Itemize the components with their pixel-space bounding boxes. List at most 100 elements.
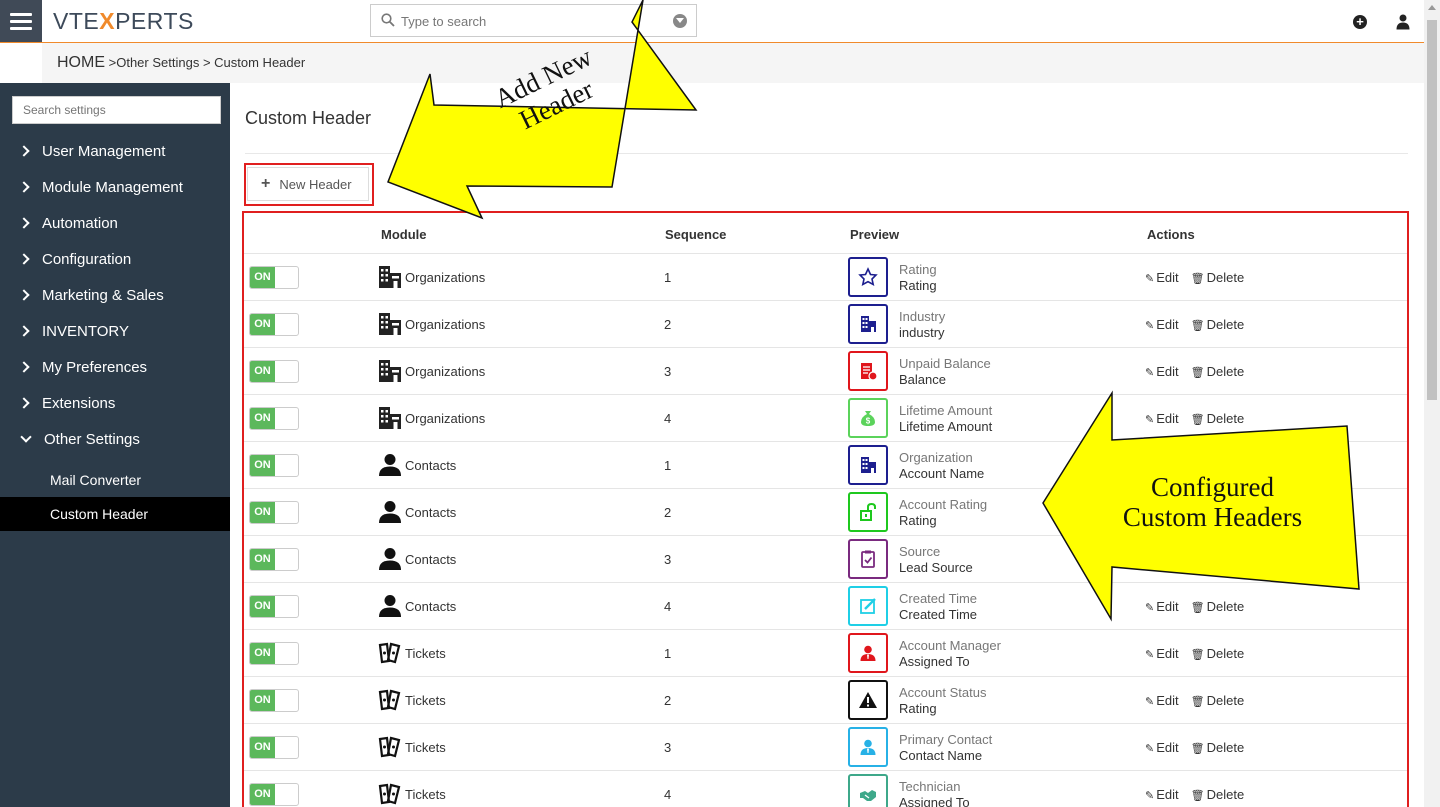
quick-create-plus-icon[interactable]: +: [1353, 15, 1367, 29]
edit-action[interactable]: ✎ Edit: [1145, 787, 1179, 802]
logo[interactable]: VTEXPERTS: [53, 8, 194, 35]
building-icon: [379, 266, 401, 288]
global-search-input[interactable]: [401, 11, 671, 31]
edit-action[interactable]: ✎ Edit: [1145, 317, 1179, 332]
user-icon: [860, 645, 876, 661]
module-cell: Contacts: [378, 593, 456, 619]
sidebar-item-marketing-sales[interactable]: Marketing & Sales: [0, 277, 230, 313]
delete-action[interactable]: 🗑 Delete: [1191, 270, 1245, 285]
preview-icon-box: [848, 257, 888, 297]
sidebar-item-automation[interactable]: Automation: [0, 205, 230, 241]
user-profile-icon[interactable]: [1396, 14, 1410, 30]
delete-action[interactable]: 🗑 Delete: [1191, 787, 1245, 802]
sidebar-subitem-custom-header[interactable]: Custom Header: [0, 497, 230, 531]
pencil-icon: ✎: [1145, 602, 1155, 614]
trash-icon: 🗑: [1190, 555, 1205, 567]
sidebar-subitem-mail-converter[interactable]: Mail Converter: [0, 463, 230, 497]
edit-action[interactable]: ✎ Edit: [1145, 693, 1179, 708]
breadcrumb-bar: HOME >Other Settings > Custom Header: [0, 43, 1424, 83]
status-toggle[interactable]: ON: [249, 266, 299, 289]
module-cell: Contacts: [378, 546, 456, 572]
sequence-cell: 3: [664, 364, 672, 379]
ticket-icon: [378, 689, 401, 711]
preview-value: Assigned To: [899, 795, 970, 807]
preview-icon-box: [848, 492, 888, 532]
edit-action[interactable]: ✎ Edit: [1145, 458, 1179, 473]
pencil-icon: ✎: [1145, 320, 1155, 332]
status-toggle[interactable]: ON: [249, 313, 299, 336]
sidebar-item-configuration[interactable]: Configuration: [0, 241, 230, 277]
sidebar-item-my-preferences[interactable]: My Preferences: [0, 349, 230, 385]
breadcrumb: HOME >Other Settings > Custom Header: [57, 54, 306, 71]
status-toggle[interactable]: ON: [249, 454, 299, 477]
preview-label: Account Status: [899, 685, 987, 700]
edit-action[interactable]: ✎ Edit: [1145, 411, 1179, 426]
hamburger-menu-icon[interactable]: [0, 0, 42, 42]
table-row: ON Tickets 1 Account Manager Assigned To ✎ Edi…: [244, 629, 1407, 676]
status-toggle[interactable]: ON: [249, 689, 299, 712]
edit-action[interactable]: ✎ Edit: [1145, 599, 1179, 614]
delete-action[interactable]: 🗑 Delete: [1191, 599, 1245, 614]
breadcrumb-other-settings[interactable]: Other Settings: [116, 55, 199, 70]
scrollbar-thumb[interactable]: [1427, 20, 1437, 400]
scroll-up-arrow-icon[interactable]: [1428, 5, 1436, 10]
module-cell: Tickets: [378, 781, 446, 807]
trash-icon: 🗑: [1190, 790, 1205, 802]
trash-icon: 🗑: [1190, 320, 1205, 332]
sidebar-item-module-management[interactable]: Module Management: [0, 169, 230, 205]
edit-action[interactable]: ✎ Edit: [1145, 552, 1179, 567]
trash-icon: 🗑: [1190, 649, 1205, 661]
status-toggle[interactable]: ON: [249, 736, 299, 759]
sidebar-item-inventory[interactable]: INVENTORY: [0, 313, 230, 349]
pencil-icon: ✎: [1145, 649, 1155, 661]
breadcrumb-home[interactable]: HOME: [57, 54, 105, 71]
delete-action[interactable]: 🗑 Delete: [1191, 364, 1245, 379]
preview-icon-box: [848, 445, 888, 485]
table-row: ON Tickets 2 Account Status Rating ✎ Edit 🗑 Dele…: [244, 676, 1407, 723]
delete-action[interactable]: 🗑 Delete: [1191, 411, 1245, 426]
chevron-right-icon: [18, 361, 30, 373]
delete-action[interactable]: 🗑 Delete: [1191, 740, 1245, 755]
table-row: ON Contacts 3 Source Lead Source ✎ Edit 🗑 Delete: [244, 535, 1407, 582]
sequence-cell: 1: [664, 458, 672, 473]
status-toggle[interactable]: ON: [249, 407, 299, 430]
preview-value: Account Name: [899, 466, 985, 481]
status-toggle[interactable]: ON: [249, 501, 299, 524]
status-toggle[interactable]: ON: [249, 595, 299, 618]
new-header-button[interactable]: + New Header: [247, 167, 369, 201]
status-toggle[interactable]: ON: [249, 642, 299, 665]
table-row: ON Organizations 1 Rating Rating ✎ Edit 🗑 Delete: [244, 253, 1407, 300]
chevron-right-icon: [18, 181, 30, 193]
preview-label: Primary Contact: [899, 732, 993, 747]
invoice-icon: [861, 363, 878, 381]
edit-action[interactable]: ✎ Edit: [1145, 364, 1179, 379]
module-cell: Organizations: [378, 311, 485, 337]
row-actions: ✎ Edit 🗑 Delete: [1145, 411, 1244, 426]
module-cell: Organizations: [378, 264, 485, 290]
module-cell: Organizations: [378, 405, 485, 431]
preview-icon-box: $: [848, 398, 888, 438]
preview-icon-box: [848, 774, 888, 807]
delete-action[interactable]: 🗑 Delete: [1191, 646, 1245, 661]
unlock-icon: [860, 502, 876, 521]
delete-action[interactable]: 🗑 Delete: [1191, 552, 1245, 567]
sidebar-item-extensions[interactable]: Extensions: [0, 385, 230, 421]
sidebar-item-other-settings[interactable]: Other Settings: [0, 421, 230, 457]
sidebar-item-user-management[interactable]: User Management: [0, 133, 230, 169]
status-toggle[interactable]: ON: [249, 783, 299, 806]
divider: [245, 153, 1408, 154]
edit-action[interactable]: ✎ Edit: [1145, 270, 1179, 285]
settings-search-input[interactable]: [12, 96, 221, 124]
edit-action[interactable]: ✎ Edit: [1145, 646, 1179, 661]
table-row: ON Organizations 4 $ Lifetime Amount Lifetime…: [244, 394, 1407, 441]
chevron-down-icon[interactable]: [673, 14, 687, 28]
status-toggle[interactable]: ON: [249, 360, 299, 383]
delete-action[interactable]: 🗑 Delete: [1191, 317, 1245, 332]
delete-action[interactable]: 🗑 Delete: [1191, 693, 1245, 708]
delete-action[interactable]: 🗑 Delete: [1191, 458, 1245, 473]
status-toggle[interactable]: ON: [249, 548, 299, 571]
sequence-cell: 3: [664, 552, 672, 567]
breadcrumb-custom-header: Custom Header: [214, 55, 306, 70]
preview-label: Account Rating: [899, 497, 988, 512]
edit-action[interactable]: ✎ Edit: [1145, 740, 1179, 755]
